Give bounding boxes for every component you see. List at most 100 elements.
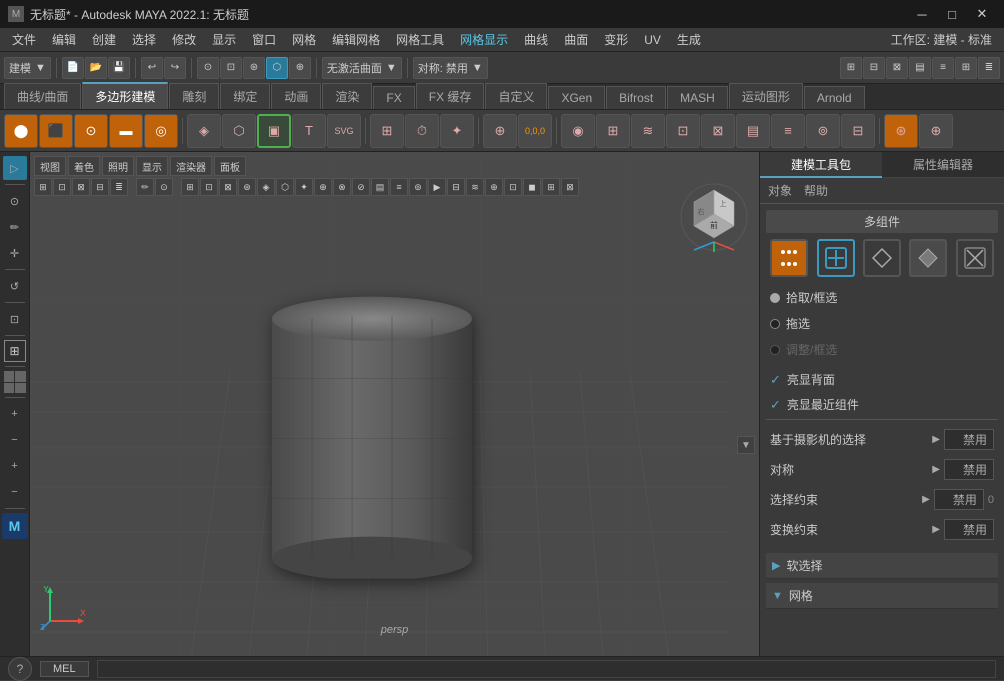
tab-fx[interactable]: FX — [373, 86, 414, 109]
minimize-button[interactable]: ─ — [908, 4, 936, 24]
sel-btn5[interactable]: ⊕ — [289, 57, 311, 79]
tab-fx-cache[interactable]: FX 缓存 — [416, 83, 485, 109]
menu-mesh-tools[interactable]: 网格工具 — [388, 29, 452, 50]
collapsible-soft-select[interactable]: ▶ 软选择 — [766, 553, 998, 579]
vp-light-btn[interactable]: 照明 — [102, 156, 134, 176]
undo-btn[interactable]: ↩ — [141, 57, 163, 79]
vp-icon24[interactable]: ⊕ — [485, 178, 503, 196]
vp-icon2[interactable]: ⊡ — [53, 178, 71, 196]
menu-modify[interactable]: 修改 — [164, 29, 204, 50]
vp-icon28[interactable]: ⊠ — [561, 178, 579, 196]
ico-btn17[interactable]: ≡ — [771, 114, 805, 148]
tab-xgen[interactable]: XGen — [548, 86, 605, 109]
lt-minus1[interactable]: − — [3, 428, 27, 452]
tab-render[interactable]: 渲染 — [322, 83, 372, 109]
ico-btn18[interactable]: ⊚ — [806, 114, 840, 148]
menu-curves[interactable]: 曲线 — [516, 29, 556, 50]
vp-icon20[interactable]: ⊚ — [409, 178, 427, 196]
lt-plus1[interactable]: + — [3, 402, 27, 426]
symmetry-dropdown[interactable]: 对称: 禁用 ▼ — [413, 57, 488, 79]
ico-btn21[interactable]: ⊕ — [919, 114, 953, 148]
comp-icon-edge[interactable] — [817, 239, 855, 277]
lt-frame-box[interactable]: ⊞ — [4, 340, 26, 362]
rt-btn1[interactable]: ⊞ — [840, 57, 862, 79]
status-input[interactable] — [97, 660, 996, 678]
sel-btn4[interactable]: ⬡ — [266, 57, 288, 79]
ico-btn19[interactable]: ⊟ — [841, 114, 875, 148]
vp-icon25[interactable]: ⊡ — [504, 178, 522, 196]
ico-btn4[interactable]: T — [292, 114, 326, 148]
menu-generate[interactable]: 生成 — [669, 29, 709, 50]
comp-icon-vertex[interactable] — [770, 239, 808, 277]
paint-tool-btn[interactable]: ✏ — [3, 215, 27, 239]
lasso-btn[interactable]: ⊙ — [197, 57, 219, 79]
vp-icon19[interactable]: ≡ — [390, 178, 408, 196]
ico-btn14[interactable]: ⊡ — [666, 114, 700, 148]
vp-icon26[interactable]: ◼ — [523, 178, 541, 196]
ico-btn8[interactable]: ✦ — [440, 114, 474, 148]
field-transform-constraint-value[interactable]: 禁用 — [944, 519, 994, 540]
menu-create[interactable]: 创建 — [84, 29, 124, 50]
ico-btn12[interactable]: ⊞ — [596, 114, 630, 148]
check-nearest[interactable]: ✓ 亮显最近组件 — [766, 394, 998, 415]
vp-display-btn[interactable]: 显示 — [136, 156, 168, 176]
vp-icon8[interactable]: ⊞ — [181, 178, 199, 196]
rt-btn5[interactable]: ≡ — [932, 57, 954, 79]
nav-arrow-down[interactable]: ▼ — [737, 436, 755, 454]
comp-icon-face[interactable] — [863, 239, 901, 277]
vp-icon11[interactable]: ⊛ — [238, 178, 256, 196]
ico-btn7[interactable]: ⏱ — [405, 114, 439, 148]
ico-btn13[interactable]: ≋ — [631, 114, 665, 148]
rt-btn3[interactable]: ⊠ — [886, 57, 908, 79]
tab-mash[interactable]: MASH — [667, 86, 728, 109]
sphere-btn[interactable]: ⬤ — [4, 114, 38, 148]
save-btn[interactable]: 💾 — [108, 57, 130, 79]
torus-btn[interactable]: ◎ — [144, 114, 178, 148]
vp-shade-btn[interactable]: 着色 — [68, 156, 100, 176]
rp-sub-object[interactable]: 对象 — [768, 182, 792, 199]
cylinder-btn[interactable]: ⊙ — [74, 114, 108, 148]
collapsible-mesh[interactable]: ▼ 网格 — [766, 583, 998, 609]
menu-surfaces[interactable]: 曲面 — [556, 29, 596, 50]
scale-tool-btn[interactable]: ⊡ — [3, 307, 27, 331]
curve-dropdown[interactable]: 无激活曲面 ▼ — [322, 57, 402, 79]
ico-btn5[interactable]: SVG — [327, 114, 361, 148]
vp-view-btn[interactable]: 视图 — [34, 156, 66, 176]
menu-edit[interactable]: 编辑 — [44, 29, 84, 50]
open-btn[interactable]: 📂 — [85, 57, 107, 79]
vp-renderer-btn[interactable]: 渲染器 — [170, 156, 212, 176]
rt-btn7[interactable]: ≣ — [978, 57, 1000, 79]
lt-minus2[interactable]: − — [3, 480, 27, 504]
tab-animation[interactable]: 动画 — [271, 83, 321, 109]
close-button[interactable]: ✕ — [968, 4, 996, 24]
select-tool-btn[interactable]: ▷ — [3, 156, 27, 180]
ico-btn2[interactable]: ⬡ — [222, 114, 256, 148]
vp-icon1[interactable]: ⊞ — [34, 178, 52, 196]
field-symmetry-value[interactable]: 禁用 — [944, 459, 994, 480]
rt-btn4[interactable]: ▤ — [909, 57, 931, 79]
menu-mesh-display[interactable]: 网格显示 — [452, 29, 516, 50]
vp-icon16[interactable]: ⊗ — [333, 178, 351, 196]
cube-btn[interactable]: ⬛ — [39, 114, 73, 148]
vp-icon18[interactable]: ▤ — [371, 178, 389, 196]
vp-icon7[interactable]: ⊙ — [155, 178, 173, 196]
tab-bifrost[interactable]: Bifrost — [606, 86, 666, 109]
move-tool-btn[interactable]: ✛ — [3, 241, 27, 265]
lasso-tool-btn[interactable]: ⊙ — [3, 189, 27, 213]
ico-btn10[interactable]: 0,0,0 — [518, 114, 552, 148]
lt-m-btn[interactable]: M — [2, 513, 28, 539]
menu-uv[interactable]: UV — [636, 31, 669, 49]
sel-btn3[interactable]: ⊛ — [243, 57, 265, 79]
ico-btn16[interactable]: ▤ — [736, 114, 770, 148]
comp-icon-multi[interactable] — [956, 239, 994, 277]
ico-btn9[interactable]: ⊕ — [483, 114, 517, 148]
status-mel-label[interactable]: MEL — [40, 661, 89, 677]
rp-sub-help[interactable]: 帮助 — [804, 182, 828, 199]
orientation-cube[interactable]: 前 右 上 — [679, 182, 749, 252]
vp-icon3[interactable]: ⊠ — [72, 178, 90, 196]
menu-edit-mesh[interactable]: 编辑网格 — [324, 29, 388, 50]
vp-panel-btn[interactable]: 面板 — [214, 156, 246, 176]
menu-mesh[interactable]: 网格 — [284, 29, 324, 50]
rp-tab-attributes[interactable]: 属性编辑器 — [882, 152, 1004, 178]
vp-icon9[interactable]: ⊡ — [200, 178, 218, 196]
